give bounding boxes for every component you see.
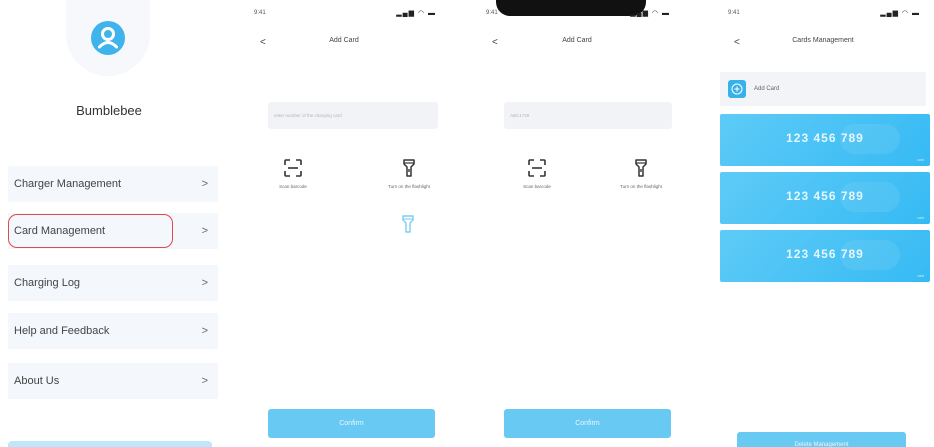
card-number: 123 456 789 (786, 131, 864, 145)
chevron-right-icon: > (201, 225, 208, 237)
status-time: 9:41 (254, 10, 266, 16)
menu-item-charger-management[interactable]: Charger Management > (8, 166, 218, 202)
flashlight-label: Turn on the flashlight (388, 184, 430, 189)
status-bar: 9:41 ▂▄▆ ◠ ▬ (712, 0, 934, 26)
scan-barcode-button[interactable]: Scan barcode (248, 158, 338, 189)
card-number: 123 456 789 (786, 247, 864, 261)
flashlight-icon (635, 159, 647, 177)
flashlight-icon (403, 159, 415, 177)
status-time: 9:41 (728, 10, 740, 16)
menu-item-label: Help and Feedback (14, 325, 110, 337)
menu-item-about-us[interactable]: About Us > (8, 363, 218, 399)
menu-item-label: About Us (14, 375, 60, 387)
nav-bar: < Add Card (470, 32, 684, 54)
confirm-button[interactable]: Confirm (268, 409, 435, 438)
page-title: Cards Management (792, 37, 854, 44)
add-card-button[interactable]: Add Card (720, 72, 926, 106)
avatar[interactable] (66, 0, 150, 76)
scan-icon (284, 159, 302, 177)
chevron-right-icon: > (201, 178, 208, 190)
flashlight-button[interactable]: Turn on the flashlight (364, 158, 450, 189)
signal-wifi-battery-icon: ▂▄▆ ◠ ▬ (880, 10, 920, 17)
logout-button[interactable] (8, 441, 212, 447)
add-card-screen-empty: 9:41 ▂▄▆ ◠ ▬ < Add Card Scan barcode Tur… (238, 0, 450, 447)
status-bar: 9:41 ▂▄▆ ◠ ▬ (470, 0, 684, 26)
cards-management-screen: 9:41 ▂▄▆ ◠ ▬ < Cards Management Add Card… (712, 0, 934, 447)
chevron-right-icon: > (201, 325, 208, 337)
nav-bar: < Cards Management (712, 32, 934, 54)
charging-card[interactable]: 123 456 789 card (720, 230, 930, 282)
add-card-label: Add Card (754, 86, 780, 92)
profile-panel: Bumblebee Charger Management > Card Mana… (0, 0, 218, 447)
confirm-button[interactable]: Confirm (504, 409, 671, 438)
scan-barcode-label: Scan barcode (279, 184, 307, 189)
scan-icon (528, 159, 546, 177)
menu-item-label: Card Management (14, 225, 106, 237)
page-title: Add Card (329, 37, 359, 44)
menu-item-charging-log[interactable]: Charging Log > (8, 265, 218, 301)
scan-barcode-button[interactable]: Scan barcode (492, 158, 582, 189)
username: Bumblebee (76, 103, 142, 118)
status-bar: 9:41 ▂▄▆ ◠ ▬ (238, 0, 450, 26)
card-tag: card (917, 216, 924, 220)
menu-item-card-management[interactable]: Card Management > (8, 213, 218, 249)
card-tag: card (917, 158, 924, 162)
page-title: Add Card (562, 37, 592, 44)
delete-button[interactable]: Delete Management (737, 432, 906, 447)
signal-wifi-battery-icon: ▂▄▆ ◠ ▬ (396, 10, 436, 17)
flashlight-on-icon[interactable] (400, 214, 416, 234)
status-time: 9:41 (486, 10, 498, 16)
flashlight-button[interactable]: Turn on the flashlight (596, 158, 684, 189)
signal-wifi-battery-icon: ▂▄▆ ◠ ▬ (630, 10, 670, 17)
flashlight-label: Turn on the flashlight (620, 184, 662, 189)
card-number: 123 456 789 (786, 189, 864, 203)
user-avatar-icon (91, 21, 125, 55)
charging-card[interactable]: 123 456 789 card (720, 114, 930, 166)
card-number-input[interactable] (268, 102, 438, 129)
card-tag: card (917, 274, 924, 278)
scan-barcode-label: Scan barcode (523, 184, 551, 189)
menu-item-label: Charging Log (14, 277, 81, 289)
chevron-right-icon: > (201, 375, 208, 387)
nav-bar: < Add Card (238, 32, 450, 54)
add-card-screen-filled: 9:41 ▂▄▆ ◠ ▬ < Add Card Scan barcode Tur… (470, 0, 684, 447)
menu-item-label: Charger Management (14, 178, 122, 190)
chevron-right-icon: > (201, 277, 208, 289)
card-number-input[interactable] (504, 102, 672, 129)
menu-item-help-and-feedback[interactable]: Help and Feedback > (8, 313, 218, 349)
plus-icon (728, 80, 746, 98)
charging-card[interactable]: 123 456 789 card (720, 172, 930, 224)
